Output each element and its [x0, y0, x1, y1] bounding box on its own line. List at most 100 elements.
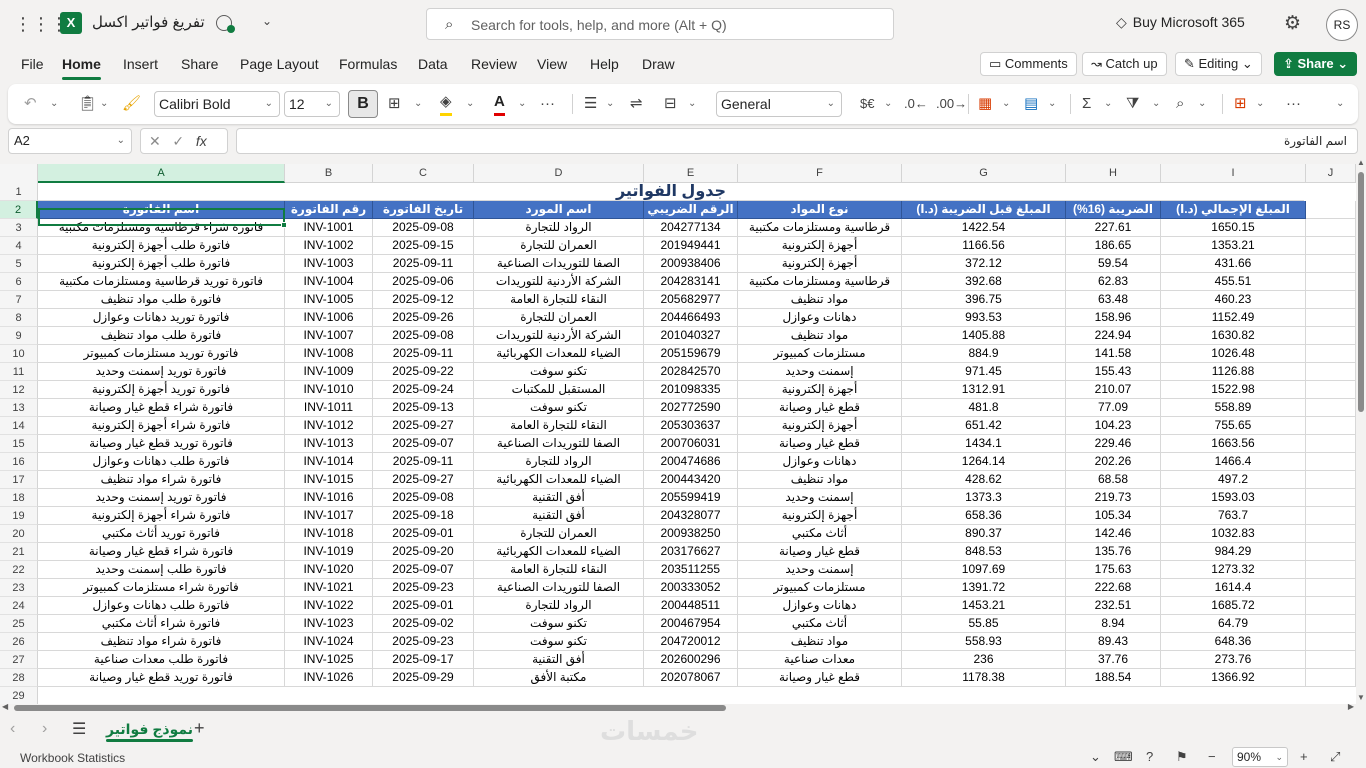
table-cell[interactable]: 227.61 [1066, 219, 1161, 237]
table-cell[interactable]: فاتورة طلب مواد تنظيف [38, 291, 285, 309]
table-cell[interactable]: 1097.69 [902, 561, 1066, 579]
table-cell[interactable]: مستلزمات كمبيوتر [738, 345, 902, 363]
format-painter-icon[interactable]: 🖌︎ [122, 92, 141, 116]
table-cell[interactable]: فاتورة شراء مواد تنظيف [38, 471, 285, 489]
avatar[interactable]: RS [1326, 9, 1358, 41]
table-cell[interactable]: الرواد للتجارة [474, 453, 644, 471]
row-header[interactable]: 6 [0, 273, 38, 291]
table-cell[interactable]: 984.29 [1161, 543, 1306, 561]
table-cell[interactable]: 135.76 [1066, 543, 1161, 561]
empty-cell[interactable] [1306, 453, 1356, 471]
table-cell[interactable]: 1178.38 [902, 669, 1066, 687]
decrease-decimal-icon[interactable]: .0← [904, 92, 928, 116]
autosum-dropdown-icon[interactable]: ⌄ [1104, 92, 1112, 116]
tab-share[interactable]: Share [181, 56, 218, 72]
table-cell[interactable]: 186.65 [1066, 237, 1161, 255]
table-cell[interactable]: قطع غيار وصيانة [738, 669, 902, 687]
table-cell[interactable]: الضياء للمعدات الكهربائية [474, 345, 644, 363]
column-title-cell[interactable]: المبلغ الإجمالي (د.ا) [1161, 201, 1306, 219]
table-cell[interactable]: 62.83 [1066, 273, 1161, 291]
cancel-icon[interactable]: ✕ [149, 133, 161, 149]
tab-data[interactable]: Data [418, 56, 448, 72]
number-format-select[interactable]: General ⌄ [716, 91, 842, 117]
table-cell[interactable]: 2025-09-01 [373, 525, 474, 543]
table-cell[interactable]: أفق التقنية [474, 507, 644, 525]
row-header[interactable]: 24 [0, 597, 38, 615]
sort-filter-icon[interactable]: ⧩ [1126, 92, 1139, 116]
add-sheet-icon[interactable]: + [194, 718, 205, 739]
empty-cell[interactable] [1306, 399, 1356, 417]
font-size-select[interactable]: 12 ⌄ [284, 91, 340, 117]
zoom-out-icon[interactable]: − [1208, 749, 1216, 764]
increase-decimal-icon[interactable]: .00→ [936, 92, 967, 116]
table-cell[interactable]: 481.8 [902, 399, 1066, 417]
column-title-cell[interactable]: رقم الفاتورة [285, 201, 373, 219]
table-cell[interactable]: 204277134 [644, 219, 738, 237]
table-cell[interactable]: 1152.49 [1161, 309, 1306, 327]
table-cell[interactable]: 200938250 [644, 525, 738, 543]
select-all-corner[interactable] [0, 164, 38, 183]
table-cell[interactable]: 2025-09-27 [373, 417, 474, 435]
feedback-icon[interactable]: ⚑ [1176, 749, 1188, 765]
undo-icon[interactable]: ↶ [24, 92, 37, 116]
table-cell[interactable]: النقاء للتجارة العامة [474, 561, 644, 579]
table-cell[interactable]: تكنو سوفت [474, 615, 644, 633]
table-cell[interactable]: أجهزة إلكترونية [738, 417, 902, 435]
table-cell[interactable]: 201098335 [644, 381, 738, 399]
table-cell[interactable]: فاتورة طلب دهانات وعوازل [38, 597, 285, 615]
column-title-cell[interactable]: الرقم الضريبي [644, 201, 738, 219]
empty-cell[interactable] [1306, 615, 1356, 633]
table-cell[interactable]: أجهزة إلكترونية [738, 507, 902, 525]
currency-dropdown-icon[interactable]: ⌄ [884, 92, 892, 116]
table-cell[interactable]: 658.36 [902, 507, 1066, 525]
table-cell[interactable]: 497.2 [1161, 471, 1306, 489]
row-header[interactable]: 1 [0, 183, 38, 201]
formula-input[interactable]: اسم الفاتورة [236, 128, 1358, 154]
table-cell[interactable]: مستلزمات كمبيوتر [738, 579, 902, 597]
table-cell[interactable]: فاتورة طلب مواد تنظيف [38, 327, 285, 345]
empty-cell[interactable] [1306, 291, 1356, 309]
catch-up-button[interactable]: ↝ Catch up [1082, 52, 1167, 76]
table-cell[interactable]: 200938406 [644, 255, 738, 273]
borders-dropdown-icon[interactable]: ⌄ [414, 92, 422, 116]
table-cell[interactable]: 2025-09-08 [373, 327, 474, 345]
table-cell[interactable]: 204283141 [644, 273, 738, 291]
table-cell[interactable]: أثاث مكتبي [738, 615, 902, 633]
table-cell[interactable]: 175.63 [1066, 561, 1161, 579]
table-cell[interactable]: فاتورة طلب إسمنت وحديد [38, 561, 285, 579]
table-cell[interactable]: 1032.83 [1161, 525, 1306, 543]
empty-cell[interactable] [1306, 417, 1356, 435]
table-cell[interactable]: أجهزة إلكترونية [738, 381, 902, 399]
table-cell[interactable]: مواد تنظيف [738, 327, 902, 345]
currency-format-icon[interactable]: $€ [860, 92, 874, 116]
table-cell[interactable]: فاتورة توريد دهانات وعوازل [38, 309, 285, 327]
table-cell[interactable]: فاتورة طلب أجهزة إلكترونية [38, 255, 285, 273]
table-cell[interactable]: INV-1011 [285, 399, 373, 417]
table-cell[interactable]: INV-1026 [285, 669, 373, 687]
table-cell[interactable]: 1273.32 [1161, 561, 1306, 579]
table-cell[interactable]: INV-1013 [285, 435, 373, 453]
table-cell[interactable]: 2025-09-22 [373, 363, 474, 381]
table-cell[interactable]: 2025-09-29 [373, 669, 474, 687]
table-cell[interactable]: INV-1025 [285, 651, 373, 669]
empty-cell[interactable] [1306, 543, 1356, 561]
table-cell[interactable]: قرطاسية ومستلزمات مكتبية [738, 273, 902, 291]
wrap-text-icon[interactable]: ⇌ [630, 92, 643, 116]
table-cell[interactable]: 229.46 [1066, 435, 1161, 453]
keyboard-icon[interactable]: ⌨ [1114, 749, 1133, 765]
table-cell[interactable]: 651.42 [902, 417, 1066, 435]
row-header[interactable]: 2 [0, 201, 38, 219]
row-header[interactable]: 12 [0, 381, 38, 399]
table-cell[interactable]: مكتبة الأفق [474, 669, 644, 687]
empty-cell[interactable] [1306, 273, 1356, 291]
row-header[interactable]: 11 [0, 363, 38, 381]
table-cell[interactable]: فاتورة شراء قطع غيار وصيانة [38, 543, 285, 561]
sheet-tab-active[interactable]: نموذج فواتير [100, 716, 199, 742]
row-header[interactable]: 13 [0, 399, 38, 417]
row-header[interactable]: 4 [0, 237, 38, 255]
table-cell[interactable]: INV-1015 [285, 471, 373, 489]
table-cell[interactable]: 200443420 [644, 471, 738, 489]
table-cell[interactable]: الرواد للتجارة [474, 219, 644, 237]
column-title-cell[interactable]: تاريخ الفاتورة [373, 201, 474, 219]
table-cell[interactable]: 205682977 [644, 291, 738, 309]
